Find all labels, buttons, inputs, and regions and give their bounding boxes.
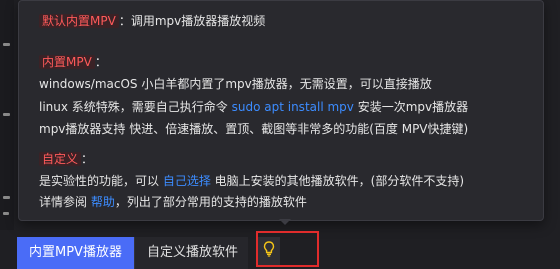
- custom-line-2: 详情参阅 帮助，列出了部分常用的支持的播放软件: [39, 194, 307, 210]
- custom-line-2-text: 详情参阅: [39, 195, 91, 209]
- builtin-line-2-text: linux 系统特殊，需要自己执行命令: [39, 100, 232, 114]
- default-mpv-line: 默认内置MPV ：调用mpv播放器播放视频: [39, 13, 265, 29]
- builtin-line-1: windows/macOS 小白羊都内置了mpv播放器，无需设置，可以直接播放: [39, 77, 432, 91]
- custom-line-1-text: 是实验性的功能，可以: [39, 174, 163, 188]
- builtin-tag: 内置MPV: [39, 55, 95, 69]
- background-text-fragment: [3, 113, 10, 116]
- tab-custom-player[interactable]: 自定义播放软件: [133, 237, 248, 269]
- help-link[interactable]: 帮助: [91, 195, 115, 209]
- builtin-heading: 内置MPV：: [39, 54, 107, 70]
- background-panel: [0, 0, 14, 230]
- custom-line-1-tail: 电脑上安装的其他播放软件，(部分软件不支持): [210, 174, 465, 188]
- install-command-link[interactable]: sudo apt install mpv: [232, 100, 354, 114]
- hint-button[interactable]: [258, 237, 280, 265]
- background-text-fragment: [3, 212, 9, 215]
- custom-tag: 自定义: [39, 152, 82, 166]
- background-text-fragment: [3, 43, 10, 46]
- builtin-colon: ：: [94, 55, 107, 69]
- choose-player-link[interactable]: 自己选择: [163, 174, 211, 188]
- custom-colon: ：: [81, 152, 94, 166]
- player-help-tooltip: 默认内置MPV ：调用mpv播放器播放视频 内置MPV： windows/macO…: [18, 0, 544, 221]
- player-mode-tabs: 内置MPV播放器 自定义播放软件: [17, 237, 248, 269]
- default-mpv-tag: 默认内置MPV: [39, 14, 119, 28]
- custom-heading: 自定义：: [39, 151, 93, 167]
- builtin-line-3: mpv播放器支持 快进、倍速播放、置顶、截图等非常多的功能(百度 MPV快捷键): [39, 122, 469, 136]
- highlighted-hint-area: [256, 231, 319, 267]
- tooltip-caret: [279, 219, 291, 225]
- default-mpv-desc: ：调用mpv播放器播放视频: [118, 14, 266, 28]
- custom-line-2-tail: ，列出了部分常用的支持的播放软件: [114, 195, 307, 209]
- builtin-line-2: linux 系统特殊，需要自己执行命令 sudo apt install mpv…: [39, 99, 468, 115]
- custom-line-1: 是实验性的功能，可以 自己选择 电脑上安装的其他播放软件，(部分软件不支持): [39, 173, 464, 189]
- background-text-fragment: [3, 196, 10, 199]
- builtin-line-2-tail: 安装一次mpv播放器: [353, 100, 469, 114]
- tab-builtin-mpv[interactable]: 内置MPV播放器: [17, 237, 134, 269]
- lightbulb-icon: [263, 241, 275, 261]
